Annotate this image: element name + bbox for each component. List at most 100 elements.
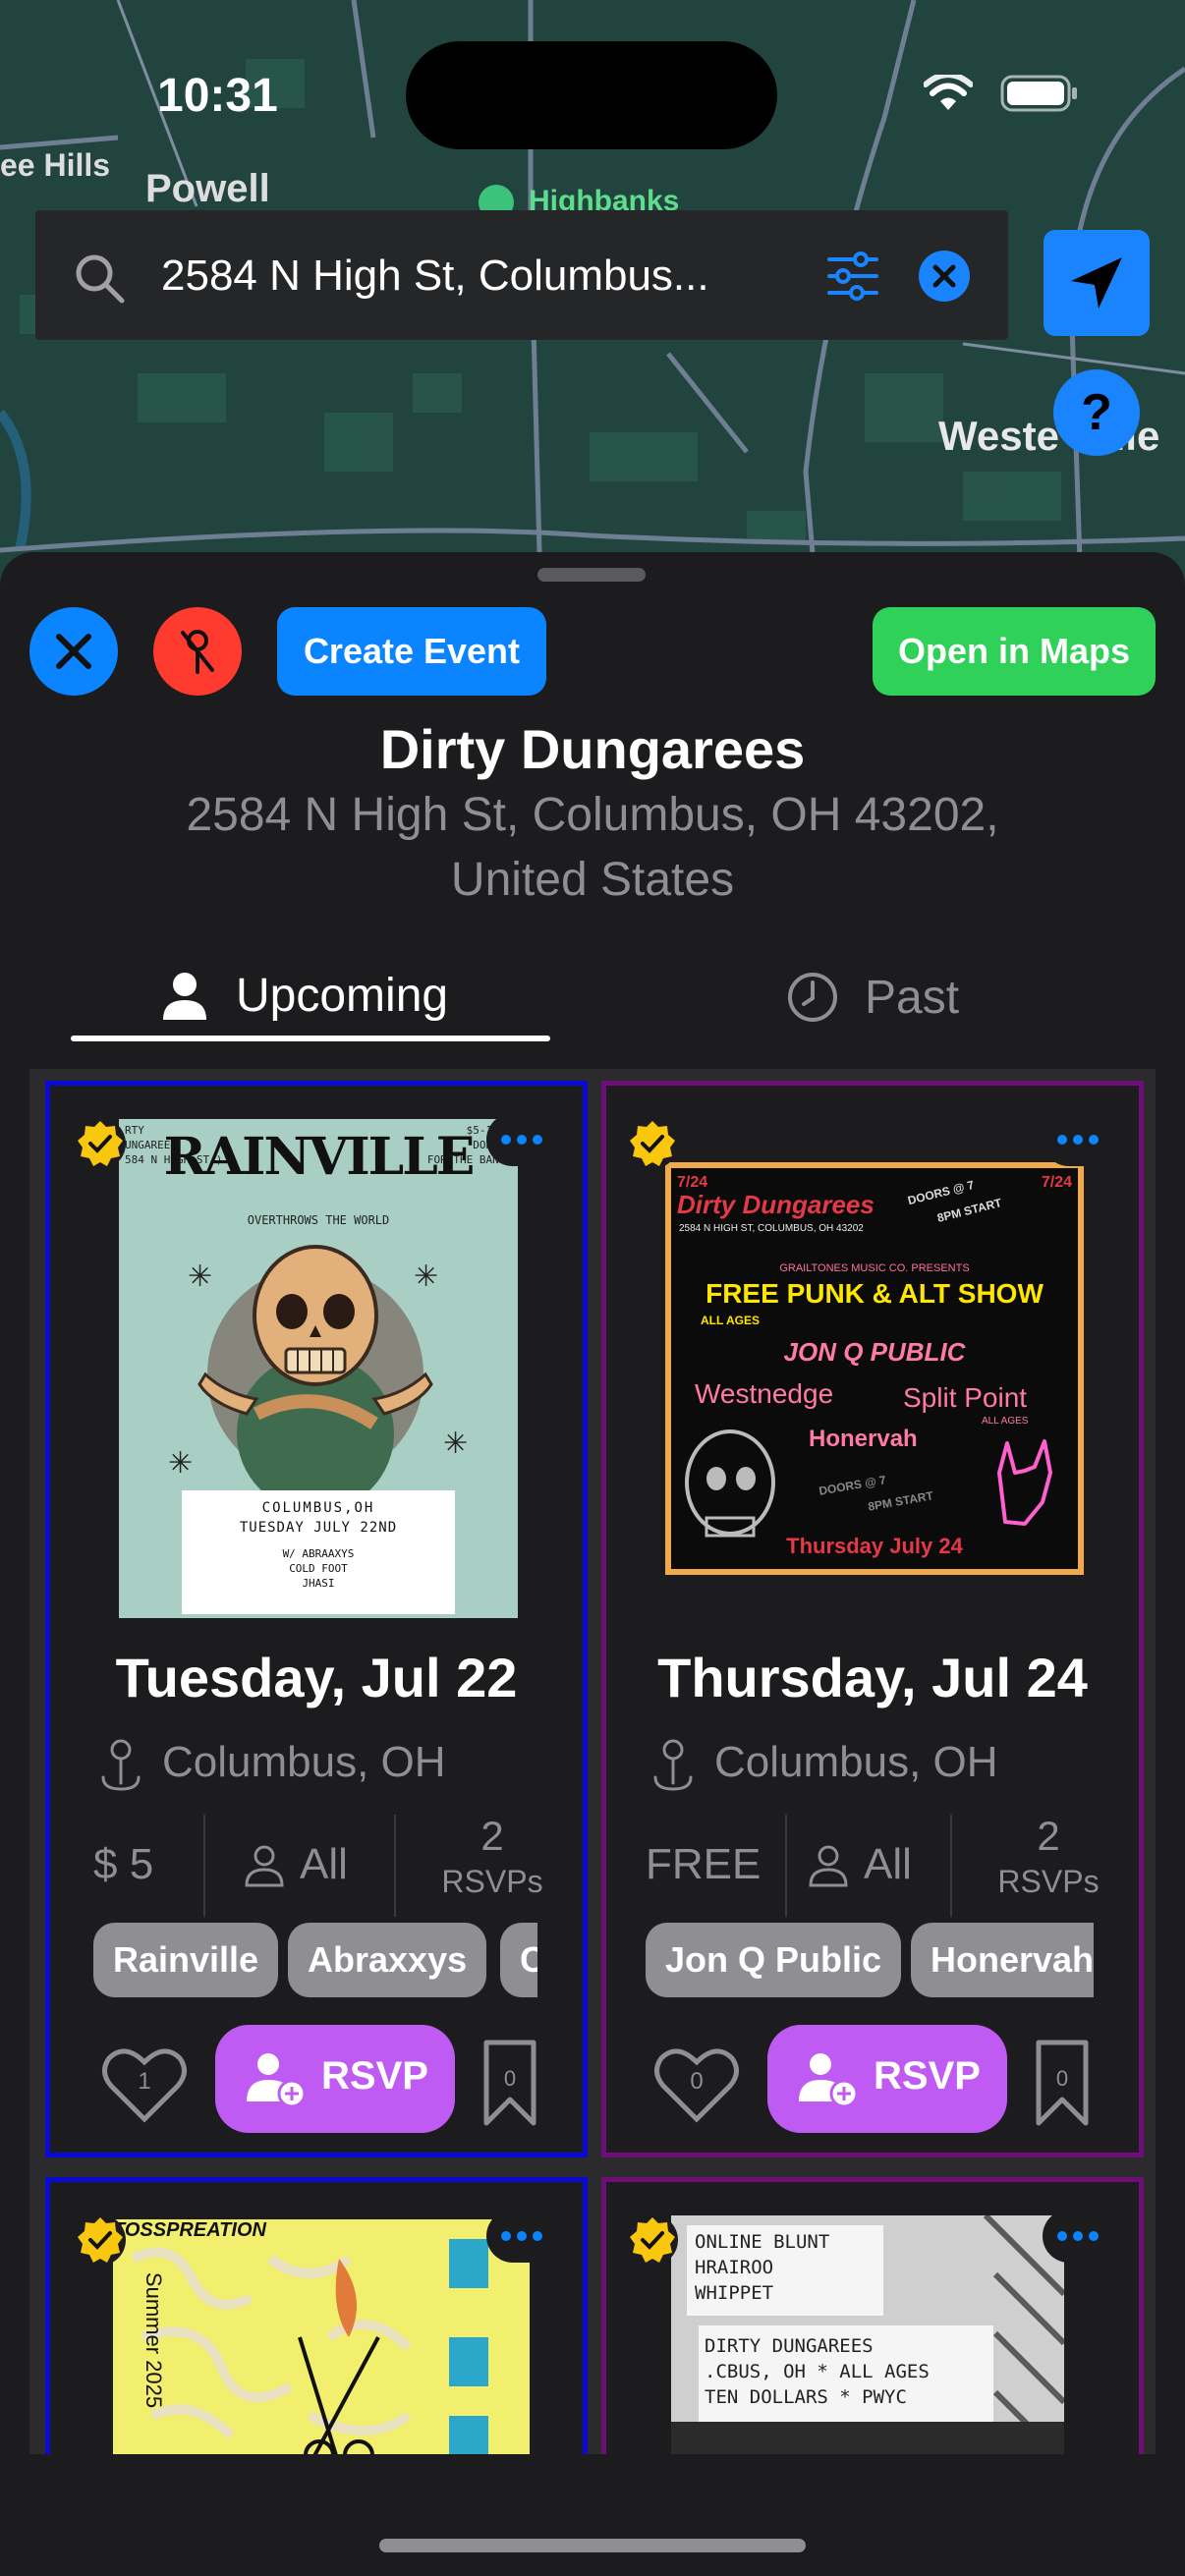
artist-chip[interactable]: Rainville	[93, 1923, 279, 1997]
rsvp-button[interactable]: RSVP	[767, 2025, 1007, 2133]
clear-icon[interactable]	[918, 250, 971, 303]
artist-chips[interactable]: Jon Q Public Honervah	[646, 1923, 1094, 2001]
stat-divider	[203, 1815, 205, 1917]
tab-upcoming[interactable]: Upcoming	[71, 965, 550, 1034]
tab-indicator	[71, 1036, 550, 1041]
poster-title: RAINVILLE	[163, 1127, 476, 1187]
more-icon	[501, 2231, 542, 2241]
event-poster: RTY UNGAREES 584 N HIGH ST.) $5-10 P DON…	[119, 1119, 518, 1618]
poster-subtitle: OVERTHROWS THE WORLD	[247, 1213, 390, 1227]
event-location: Columbus, OH	[714, 1738, 998, 1786]
search-icon	[76, 254, 125, 304]
more-icon	[1057, 2231, 1099, 2241]
open-in-maps-button[interactable]: Open in Maps	[873, 607, 1156, 696]
venue-address-line2: United States	[450, 854, 735, 906]
unpin-button[interactable]	[153, 607, 242, 696]
event-rsvp-count: 2	[480, 1813, 504, 1859]
event-location: Columbus, OH	[162, 1738, 446, 1786]
person-add-icon	[799, 2053, 859, 2108]
event-card[interactable]: ONLINE BLUNT HRAIROO WHIPPET DIRTY DUNGA…	[601, 2177, 1144, 2454]
more-options-button[interactable]	[1043, 2210, 1113, 2263]
battery-icon	[1000, 75, 1077, 112]
event-card[interactable]: RTY UNGAREES 584 N HIGH ST.) $5-10 P DON…	[45, 1081, 588, 2157]
help-button[interactable]: ?	[1053, 369, 1140, 456]
save-count: 0	[1055, 2066, 1069, 2091]
svg-text:✳: ✳	[414, 1260, 438, 1293]
person-outline-icon	[245, 1845, 284, 1887]
status-time: 10:31	[157, 70, 278, 122]
person-outline-icon	[809, 1845, 848, 1887]
skull-illustration: ✳ ✳ ✳ ✳	[168, 1245, 468, 1502]
close-button[interactable]	[29, 607, 118, 696]
location-pin-icon	[653, 1739, 693, 1791]
event-poster: TOSSPREATION Summer 2025	[113, 2219, 530, 2454]
save-button[interactable]: 0	[480, 2037, 539, 2131]
location-arrow-icon	[1071, 257, 1122, 308]
stat-divider	[950, 1815, 952, 1917]
create-event-button[interactable]: Create Event	[277, 607, 546, 696]
event-ages: All	[864, 1840, 912, 1888]
filter-icon[interactable]	[825, 252, 880, 301]
more-options-button[interactable]	[486, 2210, 557, 2263]
artist-chip[interactable]: Co	[500, 1923, 537, 1997]
wifi-icon	[924, 75, 973, 110]
verified-badge-icon	[627, 1118, 678, 1169]
svg-text:✳: ✳	[168, 1447, 193, 1480]
more-options-button[interactable]	[1043, 1113, 1113, 1166]
event-poster: ONLINE BLUNT HRAIROO WHIPPET DIRTY DUNGA…	[671, 2215, 1064, 2454]
search-input[interactable]: 2584 N High St, Columbus...	[161, 252, 709, 301]
tab-past[interactable]: Past	[776, 965, 1032, 1034]
svg-text:✳: ✳	[188, 1260, 212, 1293]
events-grid[interactable]: RTY UNGAREES 584 N HIGH ST.) $5-10 P DON…	[29, 1069, 1156, 2454]
tab-past-label: Past	[865, 972, 960, 1024]
clock-icon	[788, 973, 837, 1022]
artist-chip[interactable]: Honervah	[911, 1923, 1094, 1997]
event-ages: All	[300, 1840, 348, 1888]
person-add-icon	[247, 2053, 307, 2108]
venue-sheet: Create Event Open in Maps Dirty Dungaree…	[0, 552, 1185, 2576]
sheet-grabber[interactable]	[537, 568, 646, 582]
verified-badge-icon	[75, 1118, 126, 1169]
event-date: Tuesday, Jul 22	[115, 1647, 518, 1708]
svg-text:✳: ✳	[443, 1428, 468, 1460]
close-icon	[56, 634, 91, 669]
more-options-button[interactable]	[486, 1113, 557, 1166]
artist-chips[interactable]: Rainville Abraxxys Co	[93, 1923, 537, 2001]
event-card[interactable]: TOSSPREATION Summer 2025	[45, 2177, 588, 2454]
venue-name: Dirty Dungarees	[379, 718, 806, 780]
locate-button[interactable]	[1044, 230, 1150, 336]
artist-chip[interactable]: Jon Q Public	[646, 1923, 902, 1997]
tab-upcoming-label: Upcoming	[236, 970, 449, 1022]
pin-off-icon	[181, 630, 214, 674]
stat-divider	[394, 1815, 396, 1917]
event-rsvp-count: 2	[1037, 1813, 1060, 1859]
event-rsvp-label: RSVPs	[441, 1864, 543, 1899]
event-price: $ 5	[93, 1840, 154, 1888]
event-rsvp-label: RSVPs	[997, 1864, 1100, 1899]
like-button[interactable]: 1	[99, 2039, 190, 2129]
poster-info-box: COLUMBUS,OH TUESDAY JULY 22ND W/ ABRAAXY…	[182, 1490, 455, 1614]
home-indicator	[379, 2539, 806, 2552]
like-count: 0	[690, 2068, 704, 2095]
save-count: 0	[503, 2066, 517, 2091]
verified-badge-icon	[75, 2214, 126, 2266]
rsvp-button-label: RSVP	[321, 2054, 428, 2098]
like-count: 1	[138, 2068, 151, 2095]
event-poster: 7/24 7/24 Dirty Dungarees 2584 N HIGH ST…	[665, 1162, 1084, 1575]
map-label: Weste	[938, 413, 1059, 459]
person-icon	[163, 973, 206, 1020]
more-icon	[1057, 1135, 1099, 1145]
artist-chip[interactable]: Abraxxys	[288, 1923, 487, 1997]
event-price: FREE	[646, 1840, 762, 1888]
dynamic-island	[406, 41, 777, 149]
rsvp-button[interactable]: RSVP	[215, 2025, 455, 2133]
poster-text: DIRTY DUNGAREES .CBUS, OH * ALL AGES TEN…	[705, 2335, 930, 2408]
location-pin-icon	[101, 1739, 141, 1791]
map-label: ee Hills	[0, 147, 111, 183]
address-search-bar[interactable]: 2584 N High St, Columbus...	[35, 210, 1008, 340]
rsvp-button-label: RSVP	[874, 2054, 981, 2098]
like-button[interactable]: 0	[651, 2039, 742, 2129]
save-button[interactable]: 0	[1033, 2037, 1092, 2131]
map-label: Powell	[145, 167, 270, 210]
event-card[interactable]: 7/24 7/24 Dirty Dungarees 2584 N HIGH ST…	[601, 1081, 1144, 2157]
